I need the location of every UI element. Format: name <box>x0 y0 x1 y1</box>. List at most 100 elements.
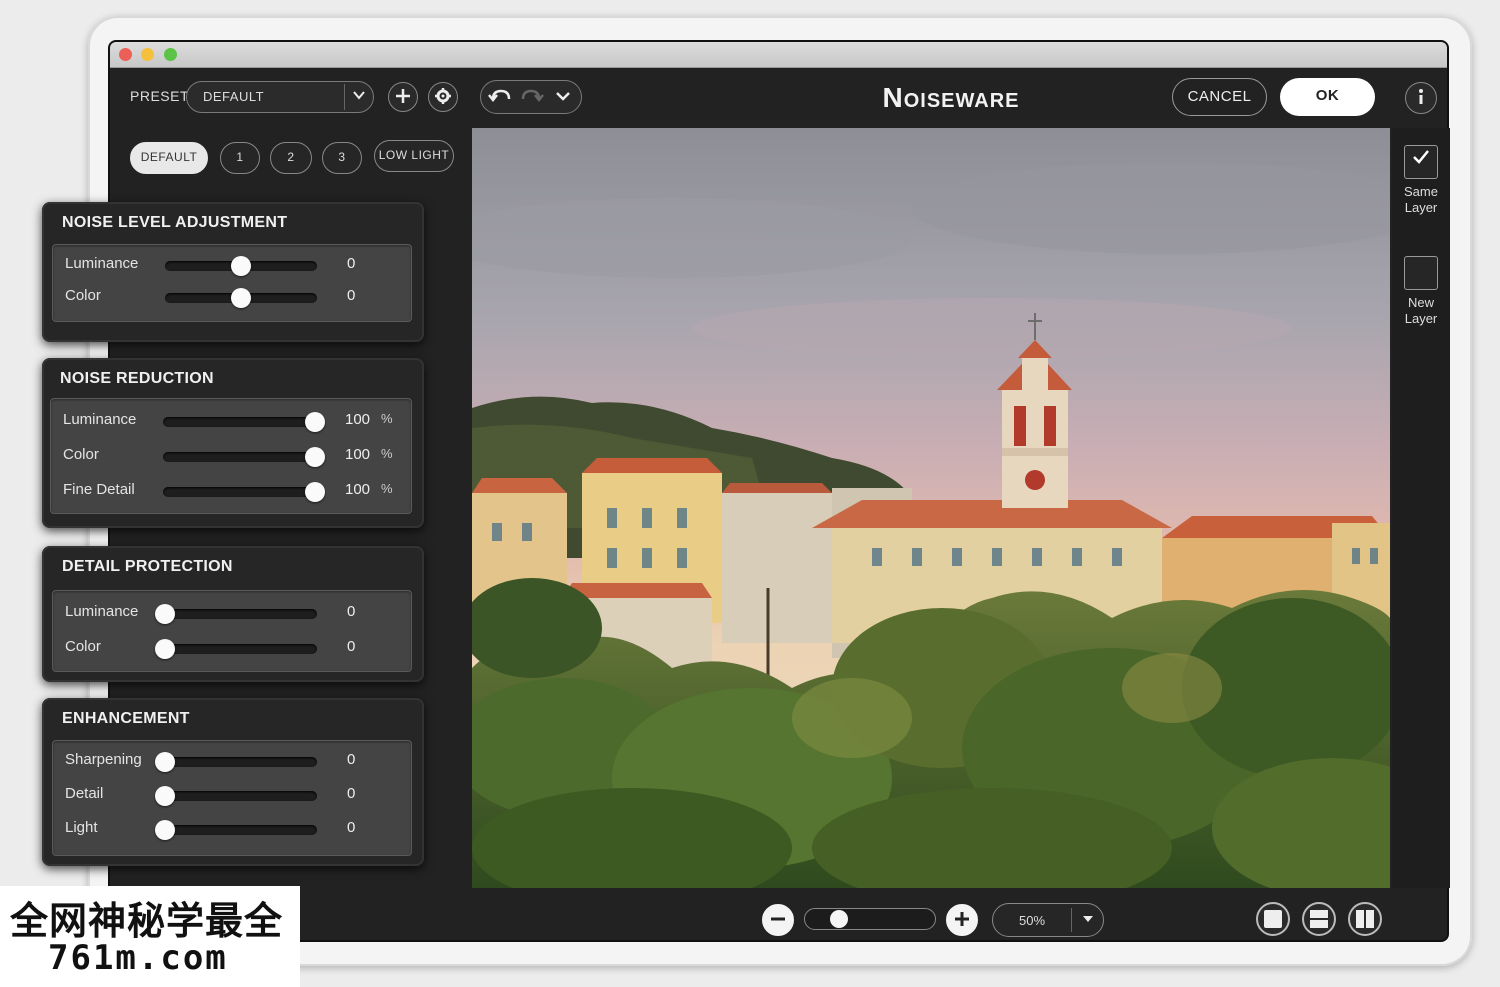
redo-icon <box>521 89 544 103</box>
watermark-line2: 761m.com <box>48 938 228 978</box>
slider-unit: % <box>381 446 393 461</box>
slider-knob[interactable] <box>231 256 251 276</box>
slider-knob[interactable] <box>155 604 175 624</box>
same-layer-checkbox[interactable] <box>1404 145 1438 179</box>
zoom-in-button[interactable] <box>946 904 978 936</box>
tab-3[interactable]: 3 <box>322 142 362 174</box>
panel-title: DETAIL PROTECTION <box>62 558 233 575</box>
split-vertical-view-button[interactable] <box>1348 902 1382 936</box>
color-reduction-slider[interactable] <box>163 447 325 467</box>
redo-button[interactable] <box>519 85 545 113</box>
zoom-level-value: 50% <box>1019 913 1046 928</box>
preset-settings-button[interactable] <box>428 82 458 112</box>
watermark-line1: 全网神秘学最全 <box>10 899 284 943</box>
preset-label: PRESET <box>130 88 190 104</box>
panel-sliders: Luminance 0 Color 0 <box>52 244 412 322</box>
slider-label: Color <box>65 287 101 304</box>
tab-1[interactable]: 1 <box>220 142 260 174</box>
light-row: Light 0 <box>53 811 411 845</box>
panel-sliders: Sharpening 0 Detail 0 Light 0 <box>52 740 412 856</box>
preset-dropdown[interactable]: DEFAULT <box>186 81 374 113</box>
close-window-button[interactable] <box>119 48 132 61</box>
tab-default[interactable]: DEFAULT <box>130 142 208 174</box>
tab-2[interactable]: 2 <box>270 142 312 174</box>
slider-knob[interactable] <box>155 639 175 659</box>
fine-detail-row: Fine Detail 100 % <box>51 473 411 507</box>
minimize-window-button[interactable] <box>141 48 154 61</box>
split-vertical-icon <box>1356 910 1374 928</box>
undo-button[interactable] <box>487 85 513 113</box>
luminance-adjust-slider[interactable] <box>165 256 317 276</box>
undo-icon <box>488 89 511 103</box>
slider-value: 100 <box>345 446 371 463</box>
zoom-out-button[interactable] <box>762 904 794 936</box>
split-horizontal-icon <box>1310 910 1328 928</box>
history-dropdown-button[interactable] <box>553 86 573 112</box>
info-button[interactable] <box>1405 82 1437 114</box>
undo-redo-group <box>480 80 582 114</box>
single-view-button[interactable] <box>1256 902 1290 936</box>
single-view-icon <box>1264 910 1282 928</box>
chevron-down-icon <box>556 92 570 101</box>
split-horizontal-view-button[interactable] <box>1302 902 1336 936</box>
luminance-reduction-slider[interactable] <box>163 412 325 432</box>
slider-knob[interactable] <box>305 482 325 502</box>
cancel-button[interactable]: CANCEL <box>1172 78 1267 116</box>
zoom-level-dropdown[interactable]: 50% <box>992 903 1104 937</box>
slider-value: 0 <box>347 255 356 272</box>
slider-value: 100 <box>345 411 371 428</box>
detail-row: Detail 0 <box>53 777 411 811</box>
info-icon <box>1419 89 1423 104</box>
slider-value: 0 <box>347 287 356 304</box>
slider-knob[interactable] <box>155 752 175 772</box>
tab-low-light[interactable]: LOW LIGHT <box>374 140 454 172</box>
color-adjust-row: Color 0 <box>53 279 411 313</box>
luminance-protection-row: Luminance 0 <box>53 595 411 629</box>
luminance-protection-slider[interactable] <box>155 604 317 624</box>
color-protection-row: Color 0 <box>53 630 411 664</box>
plus-icon <box>396 89 410 103</box>
slider-unit: % <box>381 481 393 496</box>
add-preset-button[interactable] <box>388 82 418 112</box>
slider-value: 100 <box>345 481 371 498</box>
image-preview[interactable] <box>472 128 1390 888</box>
sharpening-slider[interactable] <box>155 752 317 772</box>
slider-knob[interactable] <box>305 412 325 432</box>
zoom-slider[interactable] <box>804 908 936 930</box>
ok-button[interactable]: OK <box>1280 78 1375 116</box>
light-slider[interactable] <box>155 820 317 840</box>
same-layer-label: Same Layer <box>1404 184 1438 215</box>
slider-label: Luminance <box>65 255 139 272</box>
chevron-down-icon <box>351 87 367 106</box>
slider-value: 0 <box>347 638 356 655</box>
slider-value: 0 <box>347 785 356 802</box>
detail-slider[interactable] <box>155 786 317 806</box>
slider-label: Color <box>65 638 101 655</box>
slider-knob[interactable] <box>305 447 325 467</box>
chevron-down-icon <box>1081 912 1095 929</box>
zoom-slider-knob[interactable] <box>830 910 849 928</box>
slider-knob[interactable] <box>231 288 251 308</box>
preset-dropdown-value: DEFAULT <box>203 89 265 104</box>
slider-label: Color <box>63 446 99 463</box>
noise-level-panel: NOISE LEVEL ADJUSTMENT Luminance 0 Color… <box>42 202 424 342</box>
minus-icon <box>771 917 785 921</box>
preview-photo <box>472 128 1390 888</box>
slider-knob[interactable] <box>155 786 175 806</box>
luminance-adjust-row: Luminance 0 <box>53 247 411 281</box>
fine-detail-slider[interactable] <box>163 482 325 502</box>
panel-title: ENHANCEMENT <box>62 710 190 727</box>
watermark: 全网神秘学最全 761m.com <box>0 886 300 987</box>
color-protection-slider[interactable] <box>155 639 317 659</box>
app-title: Noiseware <box>882 82 1020 113</box>
maximize-window-button[interactable] <box>164 48 177 61</box>
color-adjust-slider[interactable] <box>165 288 317 308</box>
slider-unit: % <box>381 411 393 426</box>
new-layer-label: New Layer <box>1404 295 1438 326</box>
noise-reduction-panel: NOISE REDUCTION Luminance 100 % Color 10… <box>42 358 424 528</box>
plus-icon <box>955 912 969 926</box>
slider-knob[interactable] <box>155 820 175 840</box>
slider-value: 0 <box>347 819 356 836</box>
layer-options-strip <box>1392 128 1450 888</box>
new-layer-checkbox[interactable] <box>1404 256 1438 290</box>
